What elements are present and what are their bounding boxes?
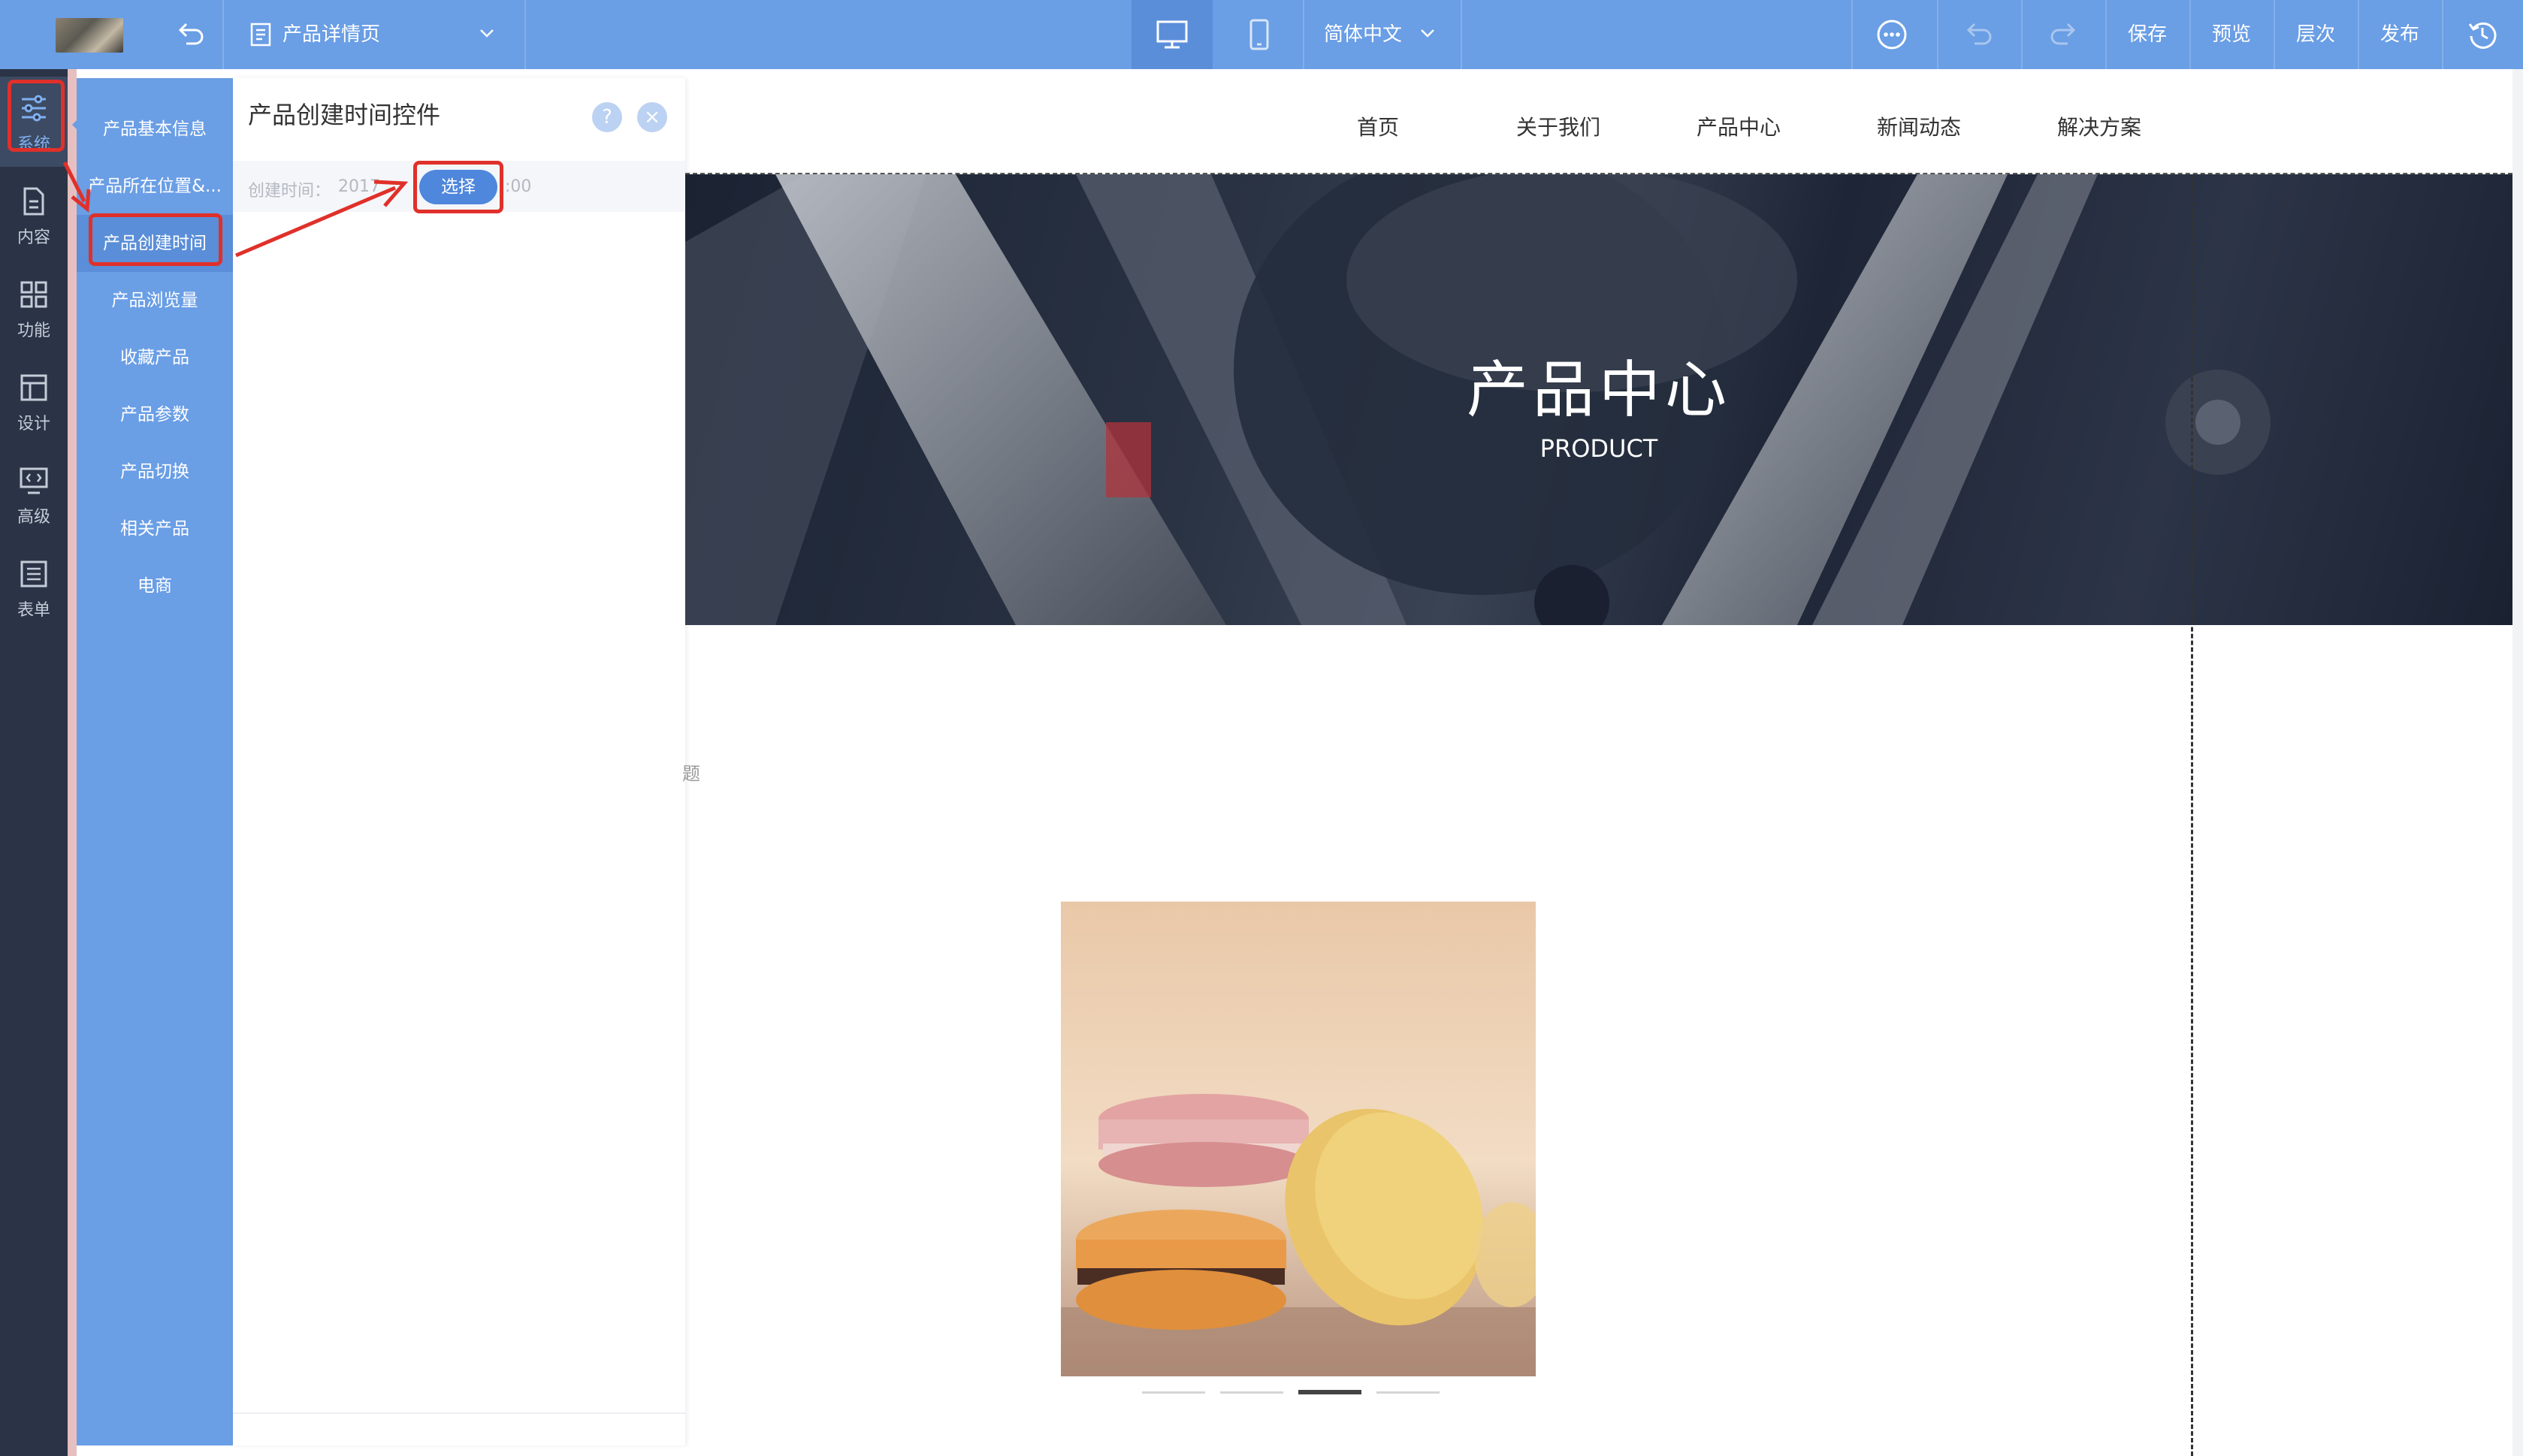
publish-button[interactable]: 发布 [2380,0,2419,69]
rail-item-function[interactable]: 功能 [0,263,68,353]
submenu-item-params[interactable]: 产品参数 [77,386,233,443]
more-options-button[interactable] [1875,18,1908,54]
highlight-create-time-item [89,213,222,266]
product-image[interactable] [1061,902,1536,1376]
submenu-item-location[interactable]: 产品所在位置&... [77,158,233,215]
grid-icon [20,281,47,308]
highlight-system-rail [8,80,65,152]
nav-link-news[interactable]: 新闻动态 [1877,111,1961,141]
slider-dot-3[interactable] [1298,1390,1361,1394]
create-time-label: 创建时间： [248,182,331,201]
redo-icon [2050,23,2076,45]
page-selector-label: 产品详情页 [283,23,381,46]
code-monitor-icon [20,467,48,494]
document-icon [23,187,44,216]
submenu-item-favorite[interactable]: 收藏产品 [77,329,233,386]
slider-dot-1[interactable] [1142,1391,1205,1394]
banner-title: 产品中心 [1466,355,1731,426]
rail-label-design: 设计 [17,415,50,433]
system-submenu: 产品基本信息 产品所在位置&... 产品创建时间 产品浏览量 收藏产品 产品参数… [77,78,233,1445]
submenu-item-ecommerce[interactable]: 电商 [77,557,233,615]
more-icon [1877,20,1907,50]
create-time-value-tail: :00 [505,177,532,196]
language-selector[interactable]: 简体中文 [1322,0,1458,69]
back-icon[interactable] [177,21,204,47]
chevron-down-icon [1421,29,1434,38]
highlight-choose-button [413,161,503,213]
rail-label-content: 内容 [17,228,50,247]
nav-link-products[interactable]: 产品中心 [1697,111,1781,141]
submenu-item-switch[interactable]: 产品切换 [77,443,233,500]
mobile-icon [1249,19,1269,50]
history-button[interactable] [2467,20,2497,53]
preview-scrollbar[interactable] [2512,69,2523,1456]
left-rail: 系统 内容 功能 设计 高级 表单 [0,69,68,1456]
close-button[interactable]: × [637,102,667,132]
create-time-value: 2017 [338,177,380,196]
site-logo-thumbnail[interactable] [56,18,123,53]
panel-footer-divider [233,1412,685,1414]
submenu-pointer [72,116,81,134]
submenu-item-basic-info[interactable]: 产品基本信息 [77,101,233,158]
chevron-down-icon [480,29,494,38]
rail-edge-strip [68,69,77,1456]
nav-link-solutions[interactable]: 解决方案 [2057,111,2141,141]
rail-item-advanced[interactable]: 高级 [0,449,68,539]
rail-item-content[interactable]: 内容 [0,170,68,260]
history-icon [2468,22,2497,49]
rail-item-design[interactable]: 设计 [0,356,68,446]
rail-label-function: 功能 [17,322,50,340]
desktop-icon [1156,20,1188,49]
panel-title: 产品创建时间控件 [248,101,441,129]
nav-link-home[interactable]: 首页 [1357,111,1399,141]
slider-dot-4[interactable] [1376,1391,1440,1394]
redo-button[interactable] [2050,21,2077,50]
preview-button[interactable]: 预览 [2212,0,2251,69]
page-icon [250,23,271,47]
language-label: 简体中文 [1324,23,1403,46]
help-button[interactable]: ? [592,102,622,132]
top-toolbar: 产品详情页 简体中文 保存 预览 层次 发布 [0,0,2523,69]
product-banner[interactable]: 产品中心 PRODUCT [685,174,2512,625]
section-guide-right [2191,174,2193,1456]
page-selector[interactable]: 产品详情页 [248,0,503,69]
banner-subtitle: PRODUCT [1539,434,1658,463]
submenu-item-related[interactable]: 相关产品 [77,500,233,557]
rail-label-form: 表单 [17,601,50,620]
control-panel: 产品创建时间控件 ? × 创建时间： 2017 :00 选择 [233,78,685,1445]
slider-dot-2[interactable] [1220,1391,1283,1394]
layout-icon [20,374,47,401]
rail-item-form[interactable]: 表单 [0,542,68,633]
mobile-view-button[interactable] [1219,0,1300,69]
save-button[interactable]: 保存 [2128,0,2167,69]
undo-icon [1966,23,1992,45]
submenu-item-views[interactable]: 产品浏览量 [77,272,233,329]
undo-button[interactable] [1966,21,1993,50]
rail-label-advanced: 高级 [17,508,50,527]
layers-button[interactable]: 层次 [2296,0,2335,69]
nav-link-about[interactable]: 关于我们 [1516,111,1600,141]
desktop-view-button[interactable] [1132,0,1213,69]
macaron-photo [1061,902,1536,1376]
list-form-icon [20,560,47,588]
hidden-title-fragment: 题 [682,763,700,784]
